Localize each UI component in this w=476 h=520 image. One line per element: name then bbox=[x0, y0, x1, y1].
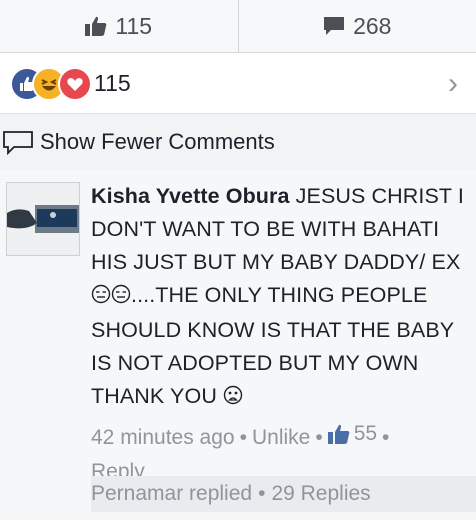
avatar[interactable] bbox=[6, 182, 80, 256]
comment-bubble-icon bbox=[324, 17, 345, 35]
love-icon bbox=[58, 67, 92, 101]
post-stats-bar: 115 268 bbox=[0, 0, 476, 53]
comment-outline-icon bbox=[3, 131, 33, 155]
separator-dot: • bbox=[239, 426, 247, 449]
expressionless-emoji-icon bbox=[91, 281, 111, 314]
expressionless-emoji-icon bbox=[111, 281, 131, 314]
reaction-icons bbox=[10, 67, 92, 101]
comment-author[interactable]: Kisha Yvette Obura bbox=[91, 184, 290, 208]
show-fewer-comments[interactable]: Show Fewer Comments bbox=[0, 114, 476, 171]
reactions-count: 115 bbox=[94, 69, 131, 96]
separator-dot: • bbox=[258, 482, 266, 505]
thumbs-up-icon bbox=[327, 424, 350, 444]
comments-stat[interactable]: 268 bbox=[237, 0, 476, 52]
comment-like-count[interactable]: 55 bbox=[327, 417, 378, 451]
comment-text: Kisha Yvette Obura JESUS CHRIST I DON'T … bbox=[91, 180, 471, 415]
thumbs-up-icon bbox=[85, 16, 107, 36]
like-count-value: 55 bbox=[353, 422, 378, 445]
reactions-row[interactable]: 115 › bbox=[0, 53, 476, 114]
anguished-emoji-icon bbox=[223, 382, 243, 415]
likes-count: 115 bbox=[115, 12, 153, 39]
comment-time: 42 minutes ago bbox=[91, 426, 235, 449]
comment-text-part2: ....THE ONLY THING PEOPLE SHOULD KNOW IS… bbox=[91, 283, 454, 408]
replies-author: Pernamar replied bbox=[91, 482, 253, 505]
comment-body: Kisha Yvette Obura JESUS CHRIST I DON'T … bbox=[91, 180, 471, 489]
view-replies[interactable]: Pernamar replied • 29 Replies bbox=[91, 476, 476, 512]
show-fewer-label: Show Fewer Comments bbox=[40, 129, 275, 154]
comments-count: 268 bbox=[353, 12, 392, 39]
separator-dot: • bbox=[382, 426, 390, 449]
unlike-link[interactable]: Unlike bbox=[252, 426, 310, 449]
likes-stat[interactable]: 115 bbox=[0, 0, 238, 52]
comment-item: Kisha Yvette Obura JESUS CHRIST I DON'T … bbox=[0, 170, 476, 520]
replies-count: 29 Replies bbox=[271, 482, 371, 505]
separator-dot: • bbox=[315, 426, 323, 449]
chevron-right-icon[interactable]: › bbox=[448, 67, 458, 101]
